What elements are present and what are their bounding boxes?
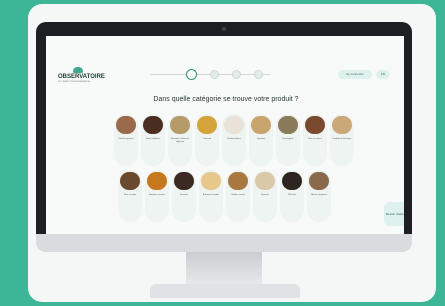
category-card[interactable]: Boeuf et gibiers: [141, 114, 165, 166]
category-card[interactable]: Autres catégories: [307, 170, 331, 222]
category-card[interactable]: Épicerie: [253, 170, 277, 222]
category-label: Autres catégories: [311, 194, 327, 196]
category-card[interactable]: Produits de Fromage: [330, 114, 354, 166]
category-card[interactable]: Boissons, chaleur et végétaux: [168, 114, 192, 166]
category-label: Produits de Fromage: [332, 138, 352, 140]
category-image: [116, 116, 136, 134]
category-image: [251, 116, 271, 134]
category-image: [255, 172, 275, 190]
category-label: Épicerie: [261, 194, 269, 196]
category-row-2: Plats et repas Boissons sucrées Desserts Bo…: [114, 170, 354, 222]
category-card[interactable]: Crèmerie: [195, 114, 219, 166]
category-label: Crèmerie: [202, 138, 212, 140]
category-label: Boulangerie: [282, 138, 294, 140]
category-card[interactable]: Desserts: [172, 170, 196, 222]
logo-tagline: DE L'IMPACT ENVIRONNEMENTAL: [58, 81, 91, 83]
category-label: Boissons chaudes: [202, 194, 220, 196]
monitor-chin: [36, 234, 412, 252]
category-label: Plats et repas: [123, 194, 137, 196]
step-progress: [146, 69, 276, 80]
category-image: [174, 172, 194, 190]
language-button[interactable]: FR: [376, 70, 390, 79]
help-tab[interactable]: Besoin d'aide: [384, 202, 404, 226]
category-image: [147, 172, 167, 190]
category-card[interactable]: Légumes: [249, 114, 273, 166]
category-image: [197, 116, 217, 134]
monitor-stand: [186, 252, 262, 286]
category-image: [282, 172, 302, 190]
category-card[interactable]: Boissons sucrées: [145, 170, 169, 222]
category-image: [332, 116, 352, 134]
category-image: [305, 116, 325, 134]
category-image: [120, 172, 140, 190]
category-label: Boissons, chaleur et végétaux: [170, 138, 189, 143]
webcam-icon: [222, 27, 226, 31]
step-2[interactable]: [210, 70, 219, 79]
screen: OBSERVATOIRE DE L'IMPACT ENVIRONNEMENTAL…: [46, 36, 404, 234]
category-image: [278, 116, 298, 134]
step-1[interactable]: [186, 69, 197, 80]
step-4[interactable]: [254, 70, 263, 79]
step-3[interactable]: [232, 70, 241, 79]
category-card[interactable]: Plats bio: [280, 170, 304, 222]
category-label: Plats bio: [288, 194, 296, 196]
category-label: Boissons sucrées: [149, 194, 165, 196]
category-image: [228, 172, 248, 190]
category-label: Plats et sauces: [308, 138, 322, 140]
category-card[interactable]: Plats et sauces: [303, 114, 327, 166]
category-label: Légumes: [256, 138, 266, 140]
category-image: [143, 116, 163, 134]
category-image: [224, 116, 244, 134]
category-row-1: Viandes grasses Boeuf et gibiers Boissons,…: [114, 114, 354, 166]
category-card[interactable]: Boissons chaudes: [199, 170, 223, 222]
category-label: Viandes grasses: [118, 138, 134, 140]
category-card[interactable]: Boulangerie: [276, 114, 300, 166]
category-label: Desserts: [180, 194, 188, 196]
logo-icon: [73, 67, 83, 73]
header-nav: Se connecter FR: [338, 70, 398, 82]
monitor-base: [150, 284, 300, 298]
category-image: [201, 172, 221, 190]
category-card[interactable]: Plats et repas: [118, 170, 142, 222]
category-label: Produits laitiers: [227, 138, 241, 140]
category-image: [309, 172, 329, 190]
category-image: [170, 116, 190, 134]
site-logo[interactable]: OBSERVATOIRE DE L'IMPACT ENVIRONNEMENTAL: [58, 67, 105, 85]
category-label: Goûters sucrés: [231, 194, 245, 196]
category-card[interactable]: Goûters sucrés: [226, 170, 250, 222]
page-question: Dans quelle catégorie se trouve votre pr…: [153, 96, 299, 103]
category-card[interactable]: Viandes grasses: [114, 114, 138, 166]
account-button[interactable]: Se connecter: [338, 70, 372, 79]
logo-name: OBSERVATOIRE: [58, 74, 105, 80]
category-card[interactable]: Produits laitiers: [222, 114, 246, 166]
category-label: Boeuf et gibiers: [146, 138, 160, 140]
